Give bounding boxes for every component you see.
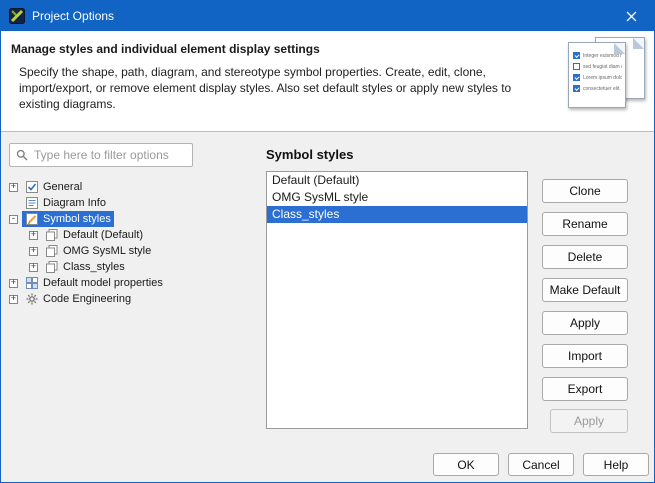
diagram-info-icon — [25, 196, 39, 210]
project-options-dialog: Project Options Manage styles and indivi… — [0, 0, 655, 483]
checklist-row: sed feugiat diam et. — [573, 63, 622, 70]
cancel-button[interactable]: Cancel — [508, 453, 574, 476]
tree-item-label: Code Engineering — [43, 293, 131, 305]
tree-item-code-engineering[interactable]: + Code Engineering — [9, 291, 257, 307]
checklist-text: Lorem ipsum dolor — [583, 75, 622, 81]
apply-style-button[interactable]: Apply — [542, 311, 628, 335]
styles-icon — [25, 212, 39, 226]
filter-box — [9, 143, 193, 167]
tree-item-general[interactable]: + General — [9, 179, 257, 195]
expander-icon[interactable]: - — [9, 215, 18, 224]
documents-illustration: Integer euismod mollis sed feugiat diam … — [544, 35, 648, 111]
checklist-icon — [25, 180, 39, 194]
code-engineering-icon — [25, 292, 39, 306]
list-item-selected[interactable]: Class_styles — [267, 206, 527, 223]
delete-button[interactable]: Delete — [542, 245, 628, 269]
tree-item-label: Diagram Info — [43, 197, 106, 209]
tree-item-diagram-info[interactable]: Diagram Info — [9, 195, 257, 211]
expander-icon[interactable]: + — [29, 263, 38, 272]
tree-item-label: Symbol styles — [43, 213, 111, 225]
checklist-text: sed feugiat diam et. — [583, 64, 622, 70]
help-button[interactable]: Help — [583, 453, 649, 476]
expander-icon[interactable]: + — [29, 247, 38, 256]
magicdraw-logo-icon — [9, 8, 25, 24]
header-title: Manage styles and individual element dis… — [11, 42, 320, 56]
list-item[interactable]: Default (Default) — [267, 172, 527, 189]
document-front-icon: Integer euismod mollis sed feugiat diam … — [568, 42, 626, 108]
styles-list: Default (Default) OMG SysML style Class_… — [266, 171, 528, 429]
tree-item-omg-sysml-style[interactable]: + OMG SysML style — [9, 243, 257, 259]
clone-button[interactable]: Clone — [542, 179, 628, 203]
checkbox-checked-icon — [573, 74, 580, 81]
checkbox-checked-icon — [573, 52, 580, 59]
rename-button[interactable]: Rename — [542, 212, 628, 236]
expander-icon[interactable]: + — [29, 231, 38, 240]
close-button[interactable] — [609, 1, 654, 31]
expander-icon[interactable]: + — [9, 295, 18, 304]
filter-input[interactable] — [34, 148, 186, 162]
tree-item-label: General — [43, 181, 82, 193]
titlebar[interactable]: Project Options — [1, 1, 654, 31]
tree-item-symbol-styles[interactable]: - Symbol styles — [9, 211, 257, 227]
list-item[interactable]: OMG SysML style — [267, 189, 527, 206]
apply-button-disabled[interactable]: Apply — [550, 409, 628, 433]
tree-item-class-styles[interactable]: + Class_styles — [9, 259, 257, 275]
import-button[interactable]: Import — [542, 344, 628, 368]
style-item-icon — [45, 260, 59, 274]
tree-item-label: Default model properties — [43, 277, 163, 289]
header: Manage styles and individual element dis… — [1, 31, 654, 132]
tree-item-label: Default (Default) — [63, 229, 143, 241]
header-description: Specify the shape, path, diagram, and st… — [19, 64, 535, 112]
tree-item-label: Class_styles — [63, 261, 125, 273]
checklist-text: consectetuer elit. — [583, 86, 621, 92]
window-title: Project Options — [32, 9, 114, 23]
tree-item-default-model-properties[interactable]: + Default model properties — [9, 275, 257, 291]
checklist-text: Integer euismod mollis — [583, 53, 622, 59]
checklist-row: consectetuer elit. — [573, 85, 622, 92]
tree-item-default-default[interactable]: + Default (Default) — [9, 227, 257, 243]
expander-icon — [9, 199, 18, 208]
checkbox-checked-icon — [573, 85, 580, 92]
options-tree: + General — [9, 179, 257, 307]
style-item-icon — [45, 244, 59, 258]
export-button[interactable]: Export — [542, 377, 628, 401]
expander-icon[interactable]: + — [9, 183, 18, 192]
checklist-row: Lorem ipsum dolor — [573, 74, 622, 81]
style-item-icon — [45, 228, 59, 242]
make-default-button[interactable]: Make Default — [542, 278, 628, 302]
expander-icon[interactable]: + — [9, 279, 18, 288]
page-title: Symbol styles — [266, 147, 353, 162]
search-icon — [16, 149, 28, 161]
checklist-row: Integer euismod mollis — [573, 52, 622, 59]
properties-icon — [25, 276, 39, 290]
checkbox-unchecked-icon — [573, 63, 580, 70]
tree-item-label: OMG SysML style — [63, 245, 151, 257]
ok-button[interactable]: OK — [433, 453, 499, 476]
